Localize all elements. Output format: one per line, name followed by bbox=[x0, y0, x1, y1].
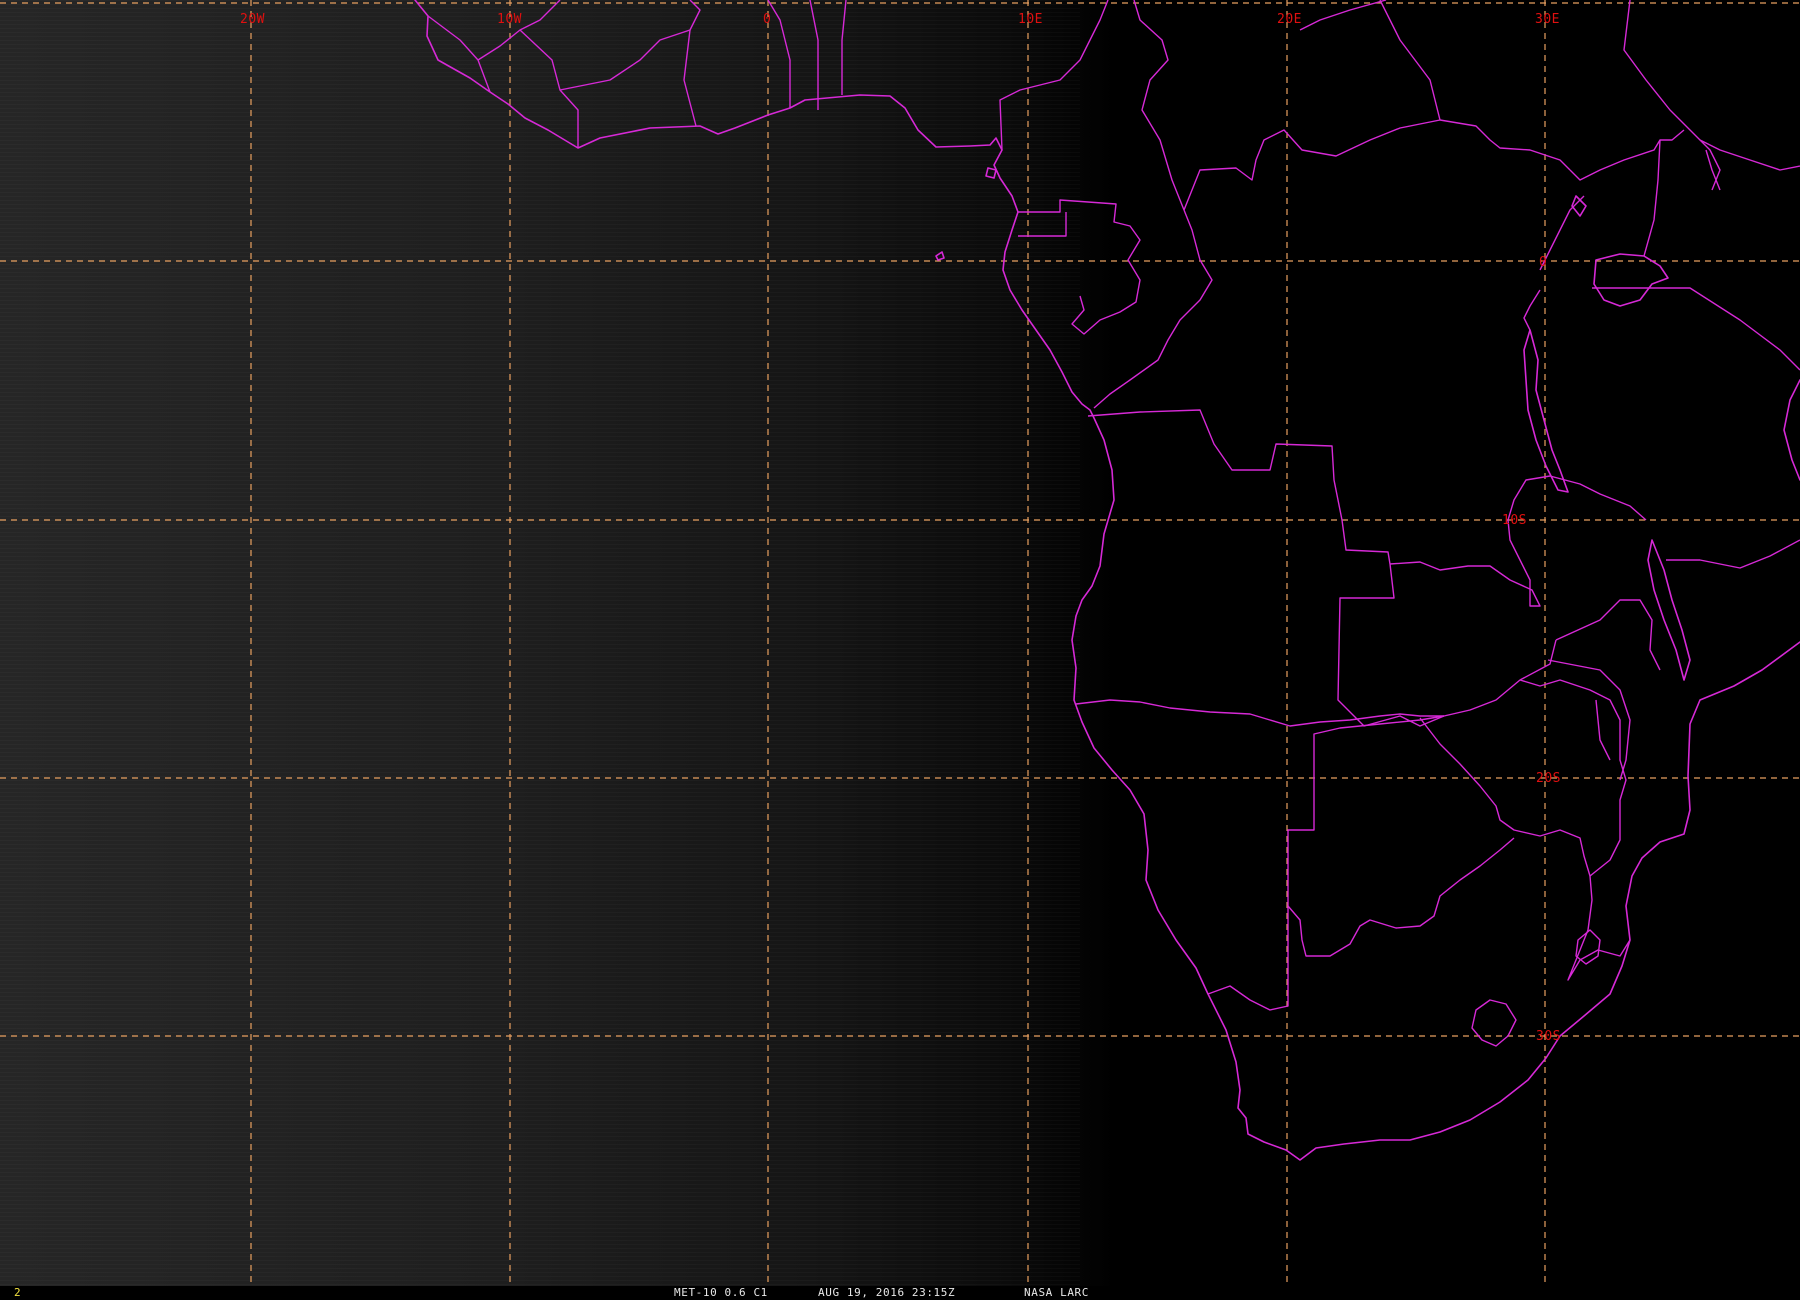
status-bar: 2 MET-10 0.6 C1 AUG 19, 2016 23:15Z NASA… bbox=[0, 1286, 1800, 1300]
satellite-channel-label: MET-10 0.6 C1 bbox=[674, 1286, 768, 1299]
label-0-parallel: 0 bbox=[1539, 255, 1547, 270]
label-20w: 20W bbox=[240, 12, 265, 27]
label-10s: 10S bbox=[1502, 513, 1527, 528]
label-30s: 30S bbox=[1536, 1029, 1561, 1044]
label-20e: 20E bbox=[1277, 12, 1302, 27]
label-10w: 10W bbox=[497, 12, 522, 27]
image-datetime: AUG 19, 2016 23:15Z bbox=[818, 1286, 956, 1299]
satellite-map: 20W 10W 0 10E 20E 30E 0 10S 20S 30S bbox=[0, 0, 1800, 1286]
label-30e: 30E bbox=[1535, 12, 1560, 27]
label-10e: 10E bbox=[1018, 12, 1043, 27]
scanline-texture bbox=[0, 0, 1080, 1286]
label-20s: 20S bbox=[1536, 771, 1561, 786]
label-0-meridian: 0 bbox=[763, 12, 771, 27]
frame-number: 2 bbox=[14, 1286, 21, 1299]
data-source-label: NASA LARC bbox=[1024, 1286, 1090, 1299]
satellite-image-viewer[interactable]: 20W 10W 0 10E 20E 30E 0 10S 20S 30S bbox=[0, 0, 1800, 1286]
